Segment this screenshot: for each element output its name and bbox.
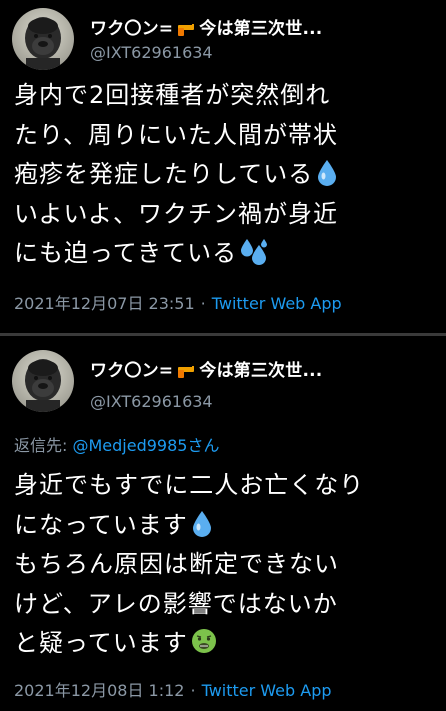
droplet-emoji bbox=[192, 510, 211, 537]
tweet-line: いよいよ、ワクチン禍が身近 bbox=[14, 199, 339, 228]
timestamp[interactable]: 2021年12月08日 1:12 bbox=[14, 681, 184, 700]
tweet-line: にも迫ってきている bbox=[14, 234, 442, 274]
display-name-prefix: ワク〇ン= bbox=[90, 19, 174, 39]
tweet-line: 身近でもすでに二人お亡くなり bbox=[14, 471, 365, 499]
tweet-line: もちろん原因は断定できない bbox=[14, 550, 339, 578]
tweet-body: 身内で2回接種者が突然倒れ たり、周りにいた人間が帯状 疱疹を発症したりしている… bbox=[14, 76, 442, 274]
pistol-icon bbox=[178, 366, 195, 378]
tweet-line: たり、周りにいた人間が帯状 bbox=[14, 120, 339, 149]
tweet-meta: 2021年12月08日 1:12 · Twitter Web App bbox=[14, 677, 332, 701]
nauseated-face-emoji bbox=[191, 629, 216, 653]
gorilla-icon bbox=[25, 17, 61, 70]
tweet-line: けど、アレの影響ではないか bbox=[14, 589, 338, 618]
tweet-line: と疑っています bbox=[14, 624, 442, 664]
droplet-emoji bbox=[318, 160, 337, 186]
tweet-line: 疱疹を発症したりしている bbox=[14, 155, 442, 195]
tweet-line-text: と疑っています bbox=[14, 629, 188, 657]
pistol-icon bbox=[178, 24, 195, 36]
avatar[interactable] bbox=[12, 8, 74, 70]
user-handle[interactable]: @IXT62961634 bbox=[90, 43, 213, 62]
tweet-body: 身近でもすでに二人お亡くなり になっています もちろん原因は断定できない けど、… bbox=[14, 466, 442, 664]
meta-separator: · bbox=[200, 294, 206, 313]
source-link[interactable]: Twitter Web App bbox=[202, 681, 332, 700]
source-link[interactable]: Twitter Web App bbox=[212, 294, 342, 313]
tweet-1[interactable]: ワク〇ン= 今は第三次世... @IXT62961634 身内で2回接種者が突然倒… bbox=[0, 0, 446, 334]
user-handle[interactable]: @IXT62961634 bbox=[90, 392, 213, 411]
gorilla-icon bbox=[25, 359, 61, 412]
reply-mention-link[interactable]: @Medjed9985さん bbox=[72, 436, 219, 455]
tweet-2[interactable]: ワク〇ン= 今は第三次世... @IXT62961634 返信先: @Medjed… bbox=[0, 336, 446, 711]
display-name-prefix: ワク〇ン= bbox=[90, 361, 174, 381]
sweat-droplets-emoji bbox=[241, 239, 268, 265]
display-name-suffix: 今は第三次世... bbox=[199, 361, 323, 381]
timestamp[interactable]: 2021年12月07日 23:51 bbox=[14, 294, 195, 313]
tweet-line-text: にも迫ってきている bbox=[14, 239, 238, 267]
tweet-line: 身内で2回接種者が突然倒れ bbox=[14, 81, 331, 109]
tweet-line-text: になっています bbox=[14, 510, 188, 539]
display-name-suffix: 今は第三次世... bbox=[199, 19, 323, 39]
tweet-line-text: 疱疹を発症したりしている bbox=[14, 160, 314, 188]
display-name[interactable]: ワク〇ン= 今は第三次世... bbox=[90, 356, 322, 381]
reply-context: 返信先: @Medjed9985さん bbox=[14, 432, 219, 456]
avatar[interactable] bbox=[12, 350, 74, 412]
reply-prefix: 返信先: bbox=[14, 436, 73, 455]
tweet-line: になっています bbox=[14, 506, 442, 546]
display-name[interactable]: ワク〇ン= 今は第三次世... bbox=[90, 14, 322, 39]
meta-separator: · bbox=[190, 681, 196, 700]
tweet-meta: 2021年12月07日 23:51 · Twitter Web App bbox=[14, 290, 342, 314]
